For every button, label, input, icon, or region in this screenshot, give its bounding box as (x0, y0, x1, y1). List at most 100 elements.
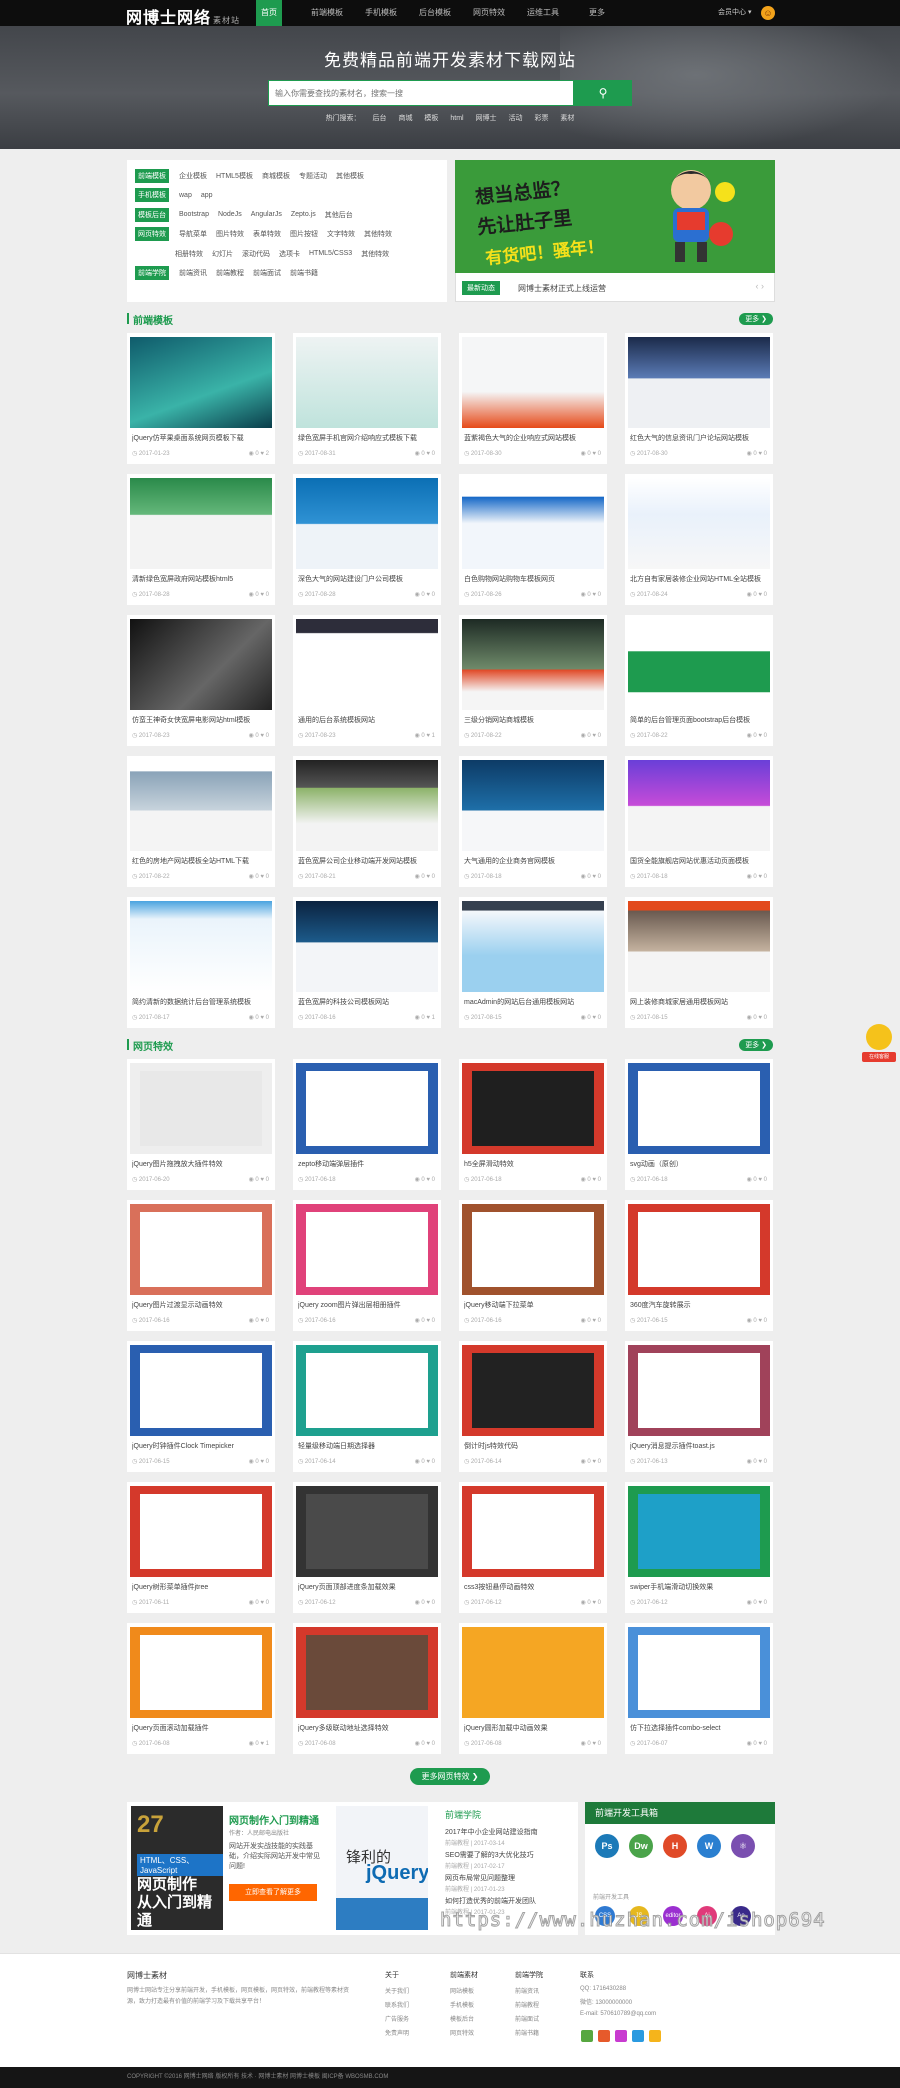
thumbnail-image[interactable] (628, 1204, 770, 1295)
dreamweaver-icon[interactable]: Dw (629, 1834, 653, 1858)
template-card[interactable]: 白色购物网站购物车模板网页 ◷ 2017-08-26 ◉ 0 ♥ 0 (459, 474, 607, 605)
card-title[interactable]: h5全屏滑动特效 (464, 1159, 602, 1169)
card-title[interactable]: 深色大气的网站建设门户公司模板 (298, 574, 436, 584)
effect-card[interactable]: jQuery页面滚动加载插件 ◷ 2017-06-08 ◉ 0 ♥ 1 (127, 1623, 275, 1754)
thumbnail-image[interactable] (462, 1486, 604, 1577)
effect-card[interactable]: jQuery圆形加载中动画效果 ◷ 2017-06-08 ◉ 0 ♥ 0 (459, 1623, 607, 1754)
category-link[interactable]: wap (179, 192, 192, 199)
thumbnail-image[interactable] (462, 1063, 604, 1154)
template-card[interactable]: 国货全能旗舰店网站优惠活动页面模板 ◷ 2017-08-18 ◉ 0 ♥ 0 (625, 756, 773, 887)
nav-home[interactable]: 首页 (256, 0, 282, 26)
wechat-icon[interactable] (581, 2030, 593, 2042)
thumbnail-image[interactable] (462, 760, 604, 851)
thumbnail-image[interactable] (296, 1345, 438, 1436)
thumbnail-image[interactable] (296, 1204, 438, 1295)
card-title[interactable]: 简单的后台管理页面bootstrap后台模板 (630, 715, 768, 725)
more-button[interactable]: 更多 ❯ (739, 313, 773, 325)
effect-card[interactable]: jQuery图片过渡显示动画特效 ◷ 2017-06-16 ◉ 0 ♥ 0 (127, 1200, 275, 1331)
category-link[interactable]: 商城模板 (262, 171, 290, 181)
thumbnail-image[interactable] (462, 478, 604, 569)
card-title[interactable]: 白色购物网站购物车模板网页 (464, 574, 602, 584)
category-link[interactable]: 选项卡 (279, 249, 300, 259)
html-icon[interactable]: H (663, 1834, 687, 1858)
weibo-icon[interactable] (598, 2030, 610, 2042)
card-title[interactable]: 蓝色宽屏的科技公司模板网站 (298, 997, 436, 1007)
card-title[interactable]: 倒计时js特效代码 (464, 1441, 602, 1451)
thumbnail-image[interactable] (462, 337, 604, 428)
photoshop-icon[interactable]: Ps (595, 1834, 619, 1858)
share-icon[interactable] (649, 2030, 661, 2042)
category-link[interactable]: 前端教程 (216, 268, 244, 278)
card-title[interactable]: 轻量级移动端日期选择器 (298, 1441, 436, 1451)
hot-item[interactable]: 后台 (373, 115, 387, 122)
template-card[interactable]: 大气通用的企业商务官网模板 ◷ 2017-08-18 ◉ 0 ♥ 0 (459, 756, 607, 887)
thumbnail-image[interactable] (462, 1345, 604, 1436)
effect-card[interactable]: jQuery图片拖拽放大插件特效 ◷ 2017-06-20 ◉ 0 ♥ 0 (127, 1059, 275, 1190)
card-title[interactable]: jQuery消息提示插件toast.js (630, 1441, 768, 1451)
nav-frontend-templates[interactable]: 前端模板 (300, 0, 354, 26)
thumbnail-image[interactable] (462, 901, 604, 992)
footer-link[interactable]: 网站模板 (450, 1986, 500, 1995)
hot-item[interactable]: 彩票 (534, 115, 548, 122)
card-title[interactable]: jQuery圆形加载中动画效果 (464, 1723, 602, 1733)
thumbnail-image[interactable] (130, 1486, 272, 1577)
category-link[interactable]: 专题活动 (299, 171, 327, 181)
thumbnail-image[interactable] (462, 619, 604, 710)
effect-card[interactable]: 倒计时js特效代码 ◷ 2017-06-14 ◉ 0 ♥ 0 (459, 1341, 607, 1472)
effect-card[interactable]: css3按钮悬停动画特效 ◷ 2017-06-12 ◉ 0 ♥ 0 (459, 1482, 607, 1613)
search-input[interactable] (269, 81, 573, 105)
effect-card[interactable]: swiper手机端滑动切换效果 ◷ 2017-06-12 ◉ 0 ♥ 0 (625, 1482, 773, 1613)
category-link[interactable]: 表单特效 (253, 229, 281, 239)
thumbnail-image[interactable] (296, 337, 438, 428)
more-effects-button[interactable]: 更多网页特效 ❯ (410, 1768, 490, 1785)
card-title[interactable]: 三级分销网站商城模板 (464, 715, 602, 725)
template-card[interactable]: 仿蛮王神奇女侠宽屏电影网站html模板 ◷ 2017-08-23 ◉ 0 ♥ 0 (127, 615, 275, 746)
card-title[interactable]: 蓝色宽屏公司企业移动端开发网站模板 (298, 856, 436, 866)
news-item[interactable]: SEO需要了解的3大优化技巧 (445, 1850, 575, 1860)
thumbnail-image[interactable] (296, 1486, 438, 1577)
template-card[interactable]: 简约清新的数据统计后台管理系统模板 ◷ 2017-08-17 ◉ 0 ♥ 0 (127, 897, 275, 1028)
category-link[interactable]: NodeJs (218, 211, 242, 218)
hot-item[interactable]: 网博士 (476, 115, 497, 122)
book-details-button[interactable]: 立即查看了解更多 (229, 1884, 317, 1901)
category-link[interactable]: 前端资讯 (179, 268, 207, 278)
category-link[interactable]: 其他模板 (336, 171, 364, 181)
thumbnail-image[interactable] (628, 619, 770, 710)
card-title[interactable]: 蓝紫褐色大气的企业响应式网站模板 (464, 433, 602, 443)
thumbnail-image[interactable] (130, 1627, 272, 1718)
atom-icon[interactable]: ⚛ (731, 1834, 755, 1858)
card-title[interactable]: 大气通用的企业商务官网模板 (464, 856, 602, 866)
category-link[interactable]: HTML5模板 (216, 171, 253, 181)
effect-card[interactable]: 轻量级移动端日期选择器 ◷ 2017-06-14 ◉ 0 ♥ 0 (293, 1341, 441, 1472)
template-card[interactable]: 简单的后台管理页面bootstrap后台模板 ◷ 2017-08-22 ◉ 0 ♥ … (625, 615, 773, 746)
card-title[interactable]: jQuery移动端下拉菜单 (464, 1300, 602, 1310)
category-tag[interactable]: 前端模板 (135, 168, 169, 183)
floating-customer-service[interactable]: 在线客服 (862, 1024, 896, 1064)
news-item[interactable]: 网页布局常见问题整理 (445, 1873, 575, 1883)
card-title[interactable]: jQuery页面滚动加载插件 (132, 1723, 270, 1733)
thumbnail-image[interactable] (130, 337, 272, 428)
thumbnail-image[interactable] (628, 1486, 770, 1577)
effect-card[interactable]: svg动画（原创） ◷ 2017-06-18 ◉ 0 ♥ 0 (625, 1059, 773, 1190)
category-tag[interactable]: 手机模板 (135, 188, 169, 203)
nav-admin-templates[interactable]: 后台模板 (408, 0, 462, 26)
category-link[interactable]: 其他后台 (325, 210, 353, 220)
footer-link[interactable]: 模板后台 (450, 2014, 500, 2023)
template-card[interactable]: 北方自有家居装修企业网站HTML全站模板 ◷ 2017-08-24 ◉ 0 ♥ 0 (625, 474, 773, 605)
category-tag[interactable]: 模板后台 (135, 207, 169, 222)
card-title[interactable]: 红色的房地产网站模板全站HTML下载 (132, 856, 270, 866)
thumbnail-image[interactable] (130, 619, 272, 710)
card-title[interactable]: 360度汽车旋转展示 (630, 1300, 768, 1310)
card-title[interactable]: 绿色宽屏手机官网介绍响应式模板下载 (298, 433, 436, 443)
template-card[interactable]: 红色的房地产网站模板全站HTML下载 ◷ 2017-08-22 ◉ 0 ♥ 0 (127, 756, 275, 887)
footer-link[interactable]: 前端面试 (515, 2014, 565, 2023)
thumbnail-image[interactable] (130, 760, 272, 851)
card-title[interactable]: macAdmin的网站后台通用模板网站 (464, 997, 602, 1007)
jquery-book-cover[interactable]: 锋利的 jQuery (336, 1806, 428, 1930)
template-card[interactable]: macAdmin的网站后台通用模板网站 ◷ 2017-08-15 ◉ 0 ♥ 0 (459, 897, 607, 1028)
card-title[interactable]: jQuery zoom图片弹出层相册插件 (298, 1300, 436, 1310)
card-title[interactable]: 仿下拉选择插件combo-select (630, 1723, 768, 1733)
member-center-link[interactable]: 会员中心 ▾ (718, 7, 751, 17)
template-card[interactable]: 蓝色宽屏公司企业移动端开发网站模板 ◷ 2017-08-21 ◉ 0 ♥ 0 (293, 756, 441, 887)
thumbnail-image[interactable] (462, 1204, 604, 1295)
